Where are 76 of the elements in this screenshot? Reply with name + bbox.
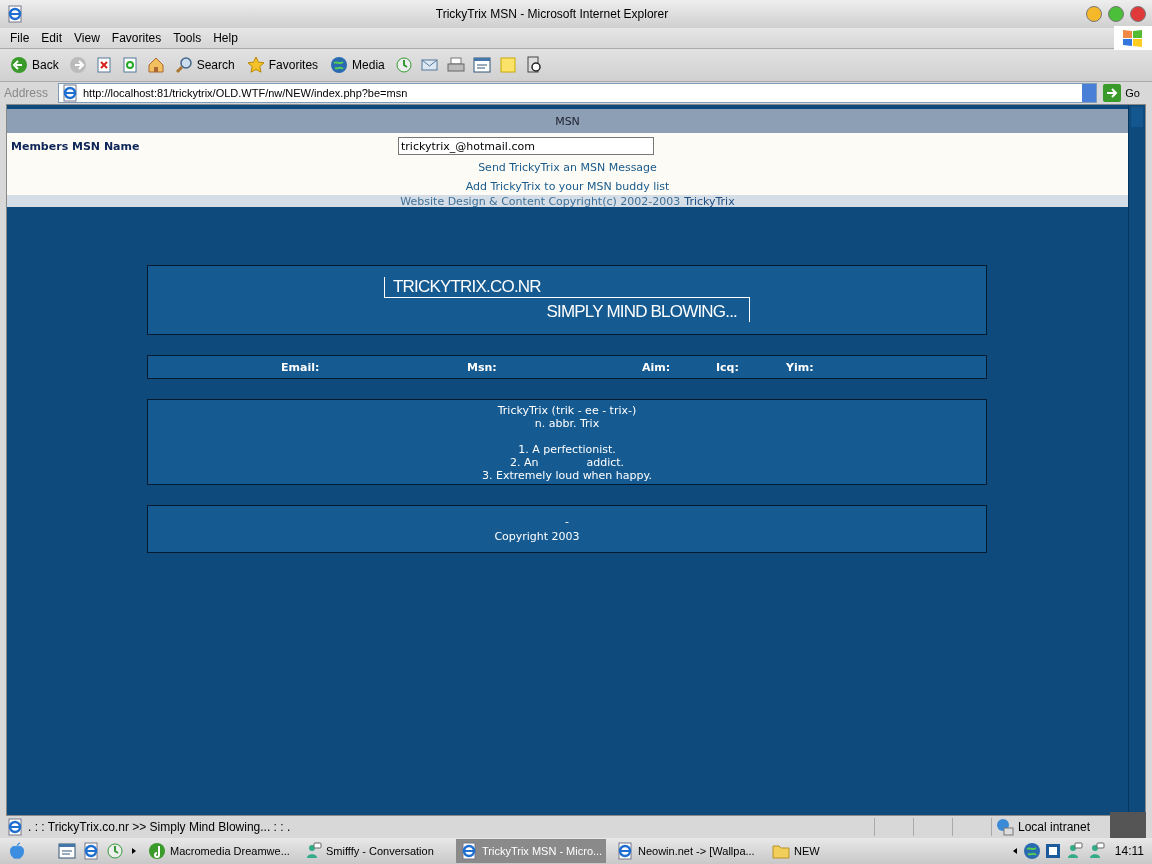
contact-label: Email: [281, 360, 320, 374]
app-icon [148, 842, 166, 860]
clock: 14:11 [1114, 844, 1144, 858]
separator-text: - [565, 515, 569, 528]
folder-icon [772, 842, 790, 860]
field-label: Members MSN Name [11, 139, 141, 153]
menu-item[interactable]: Favorites [107, 31, 170, 45]
msn-link[interactable]: Send TrickyTrix an MSN Message [478, 161, 657, 174]
address-label: Address [4, 86, 50, 100]
definition-text: addict. [586, 456, 625, 469]
search-icon [174, 56, 193, 74]
msn-name-field[interactable]: trickytrix_@hotmail.com [398, 137, 654, 155]
page-icon [616, 842, 634, 860]
contact-label: Yim: [786, 360, 814, 374]
caret-icon[interactable] [130, 846, 138, 856]
go-button[interactable]: Go [1101, 84, 1148, 102]
definition-text: 2. An [509, 456, 539, 469]
browser-icon [6, 5, 24, 23]
star-icon [246, 56, 265, 74]
contact-label: Msn: [467, 360, 497, 374]
scrollbar[interactable] [1128, 105, 1145, 815]
network-icon [996, 818, 1014, 836]
mail-icon[interactable] [420, 56, 439, 74]
home-icon[interactable] [146, 56, 165, 74]
person-icon [304, 842, 322, 860]
forward-icon[interactable] [68, 56, 87, 74]
taskbar-button[interactable]: Neowin.net -> [Wallpa... [612, 839, 762, 863]
address-field[interactable]: http://localhost:81/trickytrix/OLD.WTF/nw/NEW/index.php?be=msn [58, 83, 1098, 103]
search-button[interactable]: Search [172, 54, 237, 76]
taskbar-button[interactable]: NEW [768, 839, 838, 863]
printer-icon[interactable] [446, 56, 465, 74]
zone-text: Local intranet [1018, 820, 1091, 834]
browser-icon[interactable] [82, 842, 100, 860]
windows-flag-icon [1122, 28, 1144, 48]
taskbar-button[interactable]: Macromedia Dreamwe... [144, 839, 294, 863]
media-button[interactable]: Media [328, 54, 387, 76]
taskbar-button[interactable]: Smifffy - Conversation [300, 839, 450, 863]
tray-icon[interactable] [1044, 843, 1061, 859]
definition-text: n. abbr. Trix [534, 417, 600, 430]
msn-link[interactable]: Add TrickyTrix to your MSN buddy list [465, 180, 670, 193]
page-icon [61, 84, 79, 102]
edit-icon[interactable] [58, 842, 76, 860]
definition-text: 1. A perfectionist. [518, 443, 616, 456]
page-icon [6, 818, 24, 836]
site-logo: TRICKYTRIX.CO.NR SIMPLY MIND BLOWING... [384, 277, 750, 323]
globe-icon[interactable] [1022, 842, 1041, 860]
footer-copyright: Copyright 2003 [494, 530, 580, 543]
research-icon[interactable] [524, 56, 543, 74]
copyright-text: Website Design & Content Copyright(c) 2002-2003 [400, 194, 681, 208]
apple-icon[interactable] [8, 842, 26, 860]
globe-icon [330, 56, 349, 74]
menu-item[interactable]: View [70, 31, 108, 45]
favorites-button[interactable]: Favorites [244, 54, 321, 76]
menu-item[interactable]: File [6, 31, 38, 45]
definition-text: TrickyTrix (trik - ee - trix-) [497, 404, 637, 417]
refresh-icon[interactable] [120, 56, 139, 74]
minimize-button[interactable] [1086, 6, 1102, 22]
window-title: TrickyTrix MSN - Microsoft Internet Explorer [434, 7, 670, 21]
back-icon [10, 56, 28, 74]
contact-label: Aim: [642, 360, 671, 374]
menu-item[interactable]: Tools [169, 31, 210, 45]
clock-icon[interactable] [394, 56, 413, 74]
menu-item[interactable]: Edit [37, 31, 71, 45]
clock-icon[interactable] [106, 842, 124, 860]
edit-icon[interactable] [472, 56, 491, 74]
contact-label: Icq: [716, 360, 739, 374]
close-button[interactable] [1130, 6, 1146, 22]
maximize-button[interactable] [1108, 6, 1124, 22]
page-icon [460, 842, 478, 860]
stop-icon[interactable] [94, 56, 113, 74]
status-text: . : : TrickyTrix.co.nr >> Simply Mind Blowing... : : . [28, 820, 292, 834]
definition-text: 3. Extremely loud when happy. [482, 469, 652, 482]
copyright-link[interactable]: TrickyTrix [684, 194, 735, 208]
back-button[interactable]: Back [8, 54, 61, 76]
section-header: MSN [7, 109, 1128, 133]
menu-item[interactable]: Help [209, 31, 246, 45]
